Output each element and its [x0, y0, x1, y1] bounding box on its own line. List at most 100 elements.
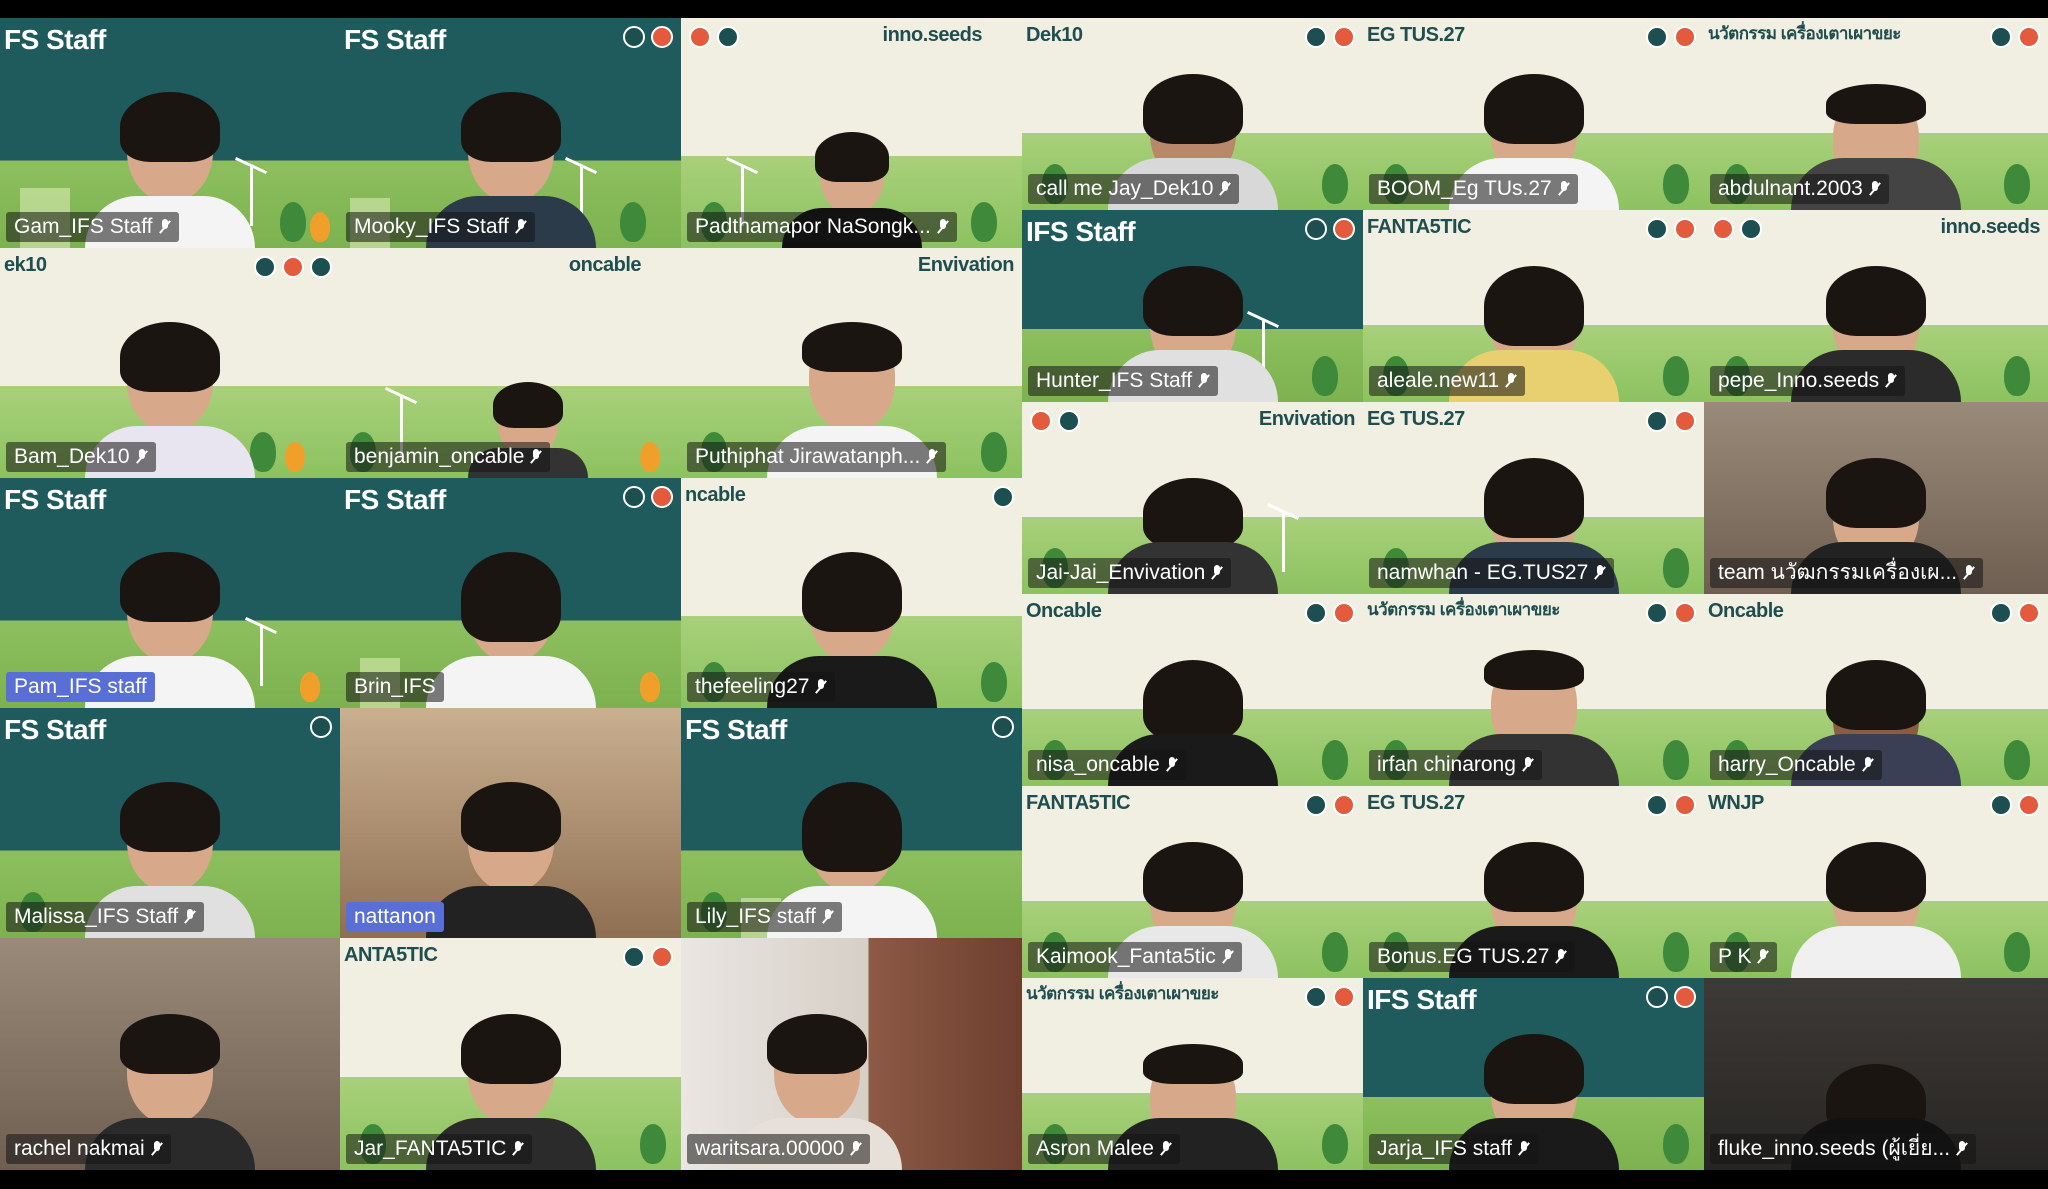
sponsor-logos [1646, 26, 1696, 48]
mic-muted-icon [1166, 757, 1178, 773]
video-tile[interactable]: FS Staff Lily_IFS staff [681, 708, 1022, 938]
participant-name-tag: Jai-Jai_Envivation [1028, 558, 1232, 588]
video-tile[interactable]: rachel nakmai [0, 938, 340, 1170]
tile-banner: นวัตกรรม เครื่องเตาเผาขยะ [1708, 24, 1901, 43]
mic-muted-icon [1505, 373, 1517, 389]
video-tile[interactable]: FS Staff Mooky_IFS Staff [340, 18, 681, 248]
participant-name-tag: rachel nakmai [6, 1134, 171, 1164]
participant-name-tag: benjamin_oncable [346, 442, 551, 472]
participant-name: benjamin_oncable [354, 445, 525, 468]
video-tile[interactable]: waritsara.00000 [681, 938, 1022, 1170]
participant-name-tag: Brin_IFS [346, 672, 444, 702]
video-tile[interactable]: Envivation Puthiphat Jirawatanph... [681, 248, 1022, 478]
video-tile[interactable]: IFS Staff Jarja_IFS staff [1363, 978, 1704, 1170]
sponsor-logos [623, 946, 673, 968]
mic-muted-icon [815, 679, 827, 695]
mic-muted-icon [1869, 181, 1881, 197]
video-tile[interactable]: Oncable harry_Oncable [1704, 594, 2048, 786]
participant-name: waritsara.00000 [695, 1137, 845, 1160]
tile-banner: EG TUS.27 [1367, 408, 1465, 430]
participant-name-tag: Jar_FANTA5TIC [346, 1134, 533, 1164]
video-tile[interactable]: fluke_inno.seeds (ผู้เยี่ย... [1704, 978, 2048, 1170]
participant-name-tag: Kaimook_Fanta5tic [1028, 942, 1242, 972]
participant-name-tag: Pam_IFS staff [6, 672, 155, 702]
participant-name: abdulnant.2003 [1718, 177, 1863, 200]
participant-name-tag: aleale.new11 [1369, 366, 1526, 396]
participant-name-tag: Jarja_IFS staff [1369, 1134, 1539, 1164]
participant-name: P K [1718, 945, 1752, 968]
video-tile[interactable]: Envivation Jai-Jai_Envivation [1022, 402, 1363, 594]
participant-video [1791, 842, 1961, 978]
tile-banner: Dek10 [1026, 24, 1083, 46]
mic-muted-icon [822, 909, 834, 925]
video-grid: FS Staff Gam_IFS Staff FS Staff Mooky_IF… [0, 18, 2048, 1170]
tile-banner: FANTA5TIC [1026, 792, 1131, 814]
participant-video [425, 552, 596, 708]
video-tile[interactable]: ek10 Bam_Dek10 [0, 248, 340, 478]
tile-banner: FS Staff [685, 714, 787, 745]
tile-banner: IFS Staff [1026, 216, 1136, 247]
mic-muted-icon [151, 1141, 163, 1157]
video-tile[interactable]: ncable thefeeling27 [681, 478, 1022, 708]
video-tile[interactable]: EG TUS.27 Bonus.EG TUS.27 [1363, 786, 1704, 978]
video-tile[interactable]: EG TUS.27 namwhan - EG.TUS27 [1363, 402, 1704, 594]
mic-muted-icon [159, 219, 171, 235]
participant-name-tag: Puthiphat Jirawatanph... [687, 442, 947, 472]
video-tile[interactable]: oncable benjamin_oncable [340, 248, 681, 478]
video-tile[interactable]: Oncable nisa_oncable [1022, 594, 1363, 786]
video-tile[interactable]: FS Staff Gam_IFS Staff [0, 18, 340, 248]
sponsor-logos [1646, 602, 1696, 624]
participant-name-tag: Hunter_IFS Staff [1028, 366, 1219, 396]
tile-banner: inno.seeds [882, 24, 983, 46]
participant-name: Puthiphat Jirawatanph... [695, 445, 921, 468]
participant-name: Bonus.EG TUS.27 [1377, 945, 1550, 968]
video-tile[interactable]: FS Staff Pam_IFS staff [0, 478, 340, 708]
mic-muted-icon [1198, 373, 1210, 389]
mic-muted-icon [1160, 1141, 1172, 1157]
participant-name: nisa_oncable [1036, 753, 1160, 776]
video-tile[interactable]: inno.seeds pepe_Inno.seeds [1704, 210, 2048, 402]
participant-name-tag: Mooky_IFS Staff [346, 212, 535, 242]
sponsor-logos [1305, 218, 1355, 240]
video-tile[interactable]: WNJP P K [1704, 786, 2048, 978]
tile-banner: FS Staff [4, 24, 106, 55]
participant-name-tag: waritsara.00000 [687, 1134, 871, 1164]
participant-name-tag: harry_Oncable [1710, 750, 1882, 780]
video-tile[interactable]: FANTA5TIC aleale.new11 [1363, 210, 1704, 402]
participant-name-tag: Gam_IFS Staff [6, 212, 179, 242]
participant-name: pepe_Inno.seeds [1718, 369, 1880, 392]
participant-name-tag: nattanon [346, 902, 444, 932]
sponsor-logos [992, 716, 1014, 738]
participant-name-tag: team นวัฒกรรมเครื่องเผ... [1710, 558, 1984, 588]
video-tile[interactable]: นวัตกรรม เครื่องเตาเผาขยะ irfan chinaron… [1363, 594, 1704, 786]
video-tile[interactable]: FANTA5TIC Kaimook_Fanta5tic [1022, 786, 1363, 978]
video-tile[interactable]: ANTA5TIC Jar_FANTA5TIC [340, 938, 681, 1170]
video-tile[interactable]: IFS Staff Hunter_IFS Staff [1022, 210, 1363, 402]
mic-muted-icon [1222, 949, 1234, 965]
sponsor-logos [1305, 794, 1355, 816]
video-tile[interactable]: FS Staff Malissa_IFS Staff [0, 708, 340, 938]
tile-banner: FS Staff [4, 714, 106, 745]
video-tile[interactable]: นวัตกรรม เครื่องเตาเผาขยะ Asron Malee [1022, 978, 1363, 1170]
video-tile[interactable]: team นวัฒกรรมเครื่องเผ... [1704, 402, 2048, 594]
mic-muted-icon [1862, 757, 1874, 773]
participant-name-tag: Padthamapor NaSongk... [687, 212, 957, 242]
participant-name: fluke_inno.seeds (ผู้เยี่ย... [1718, 1137, 1951, 1160]
video-tile[interactable]: นวัตกรรม เครื่องเตาเผาขยะ abdulnant.2003 [1704, 18, 2048, 210]
video-tile[interactable]: nattanon [340, 708, 681, 938]
mic-muted-icon [1963, 565, 1975, 581]
video-tile[interactable]: Dek10 call me Jay_Dek10 [1022, 18, 1363, 210]
video-tile[interactable]: inno.seeds Padthamapor NaSongk... [681, 18, 1022, 248]
participant-name-tag: abdulnant.2003 [1710, 174, 1889, 204]
participant-name-tag: irfan chinarong [1369, 750, 1542, 780]
video-tile[interactable]: EG TUS.27 BOOM_Eg TUs.27 [1363, 18, 1704, 210]
tile-banner: ANTA5TIC [344, 944, 438, 966]
sponsor-logos [1990, 26, 2040, 48]
participant-name: harry_Oncable [1718, 753, 1856, 776]
participant-name: Malissa_IFS Staff [14, 905, 179, 928]
mic-muted-icon [850, 1141, 862, 1157]
video-tile[interactable]: FS Staff Brin_IFS [340, 478, 681, 708]
mic-muted-icon [937, 219, 949, 235]
participant-name: Gam_IFS Staff [14, 215, 153, 238]
participant-name-tag: P K [1710, 942, 1778, 972]
